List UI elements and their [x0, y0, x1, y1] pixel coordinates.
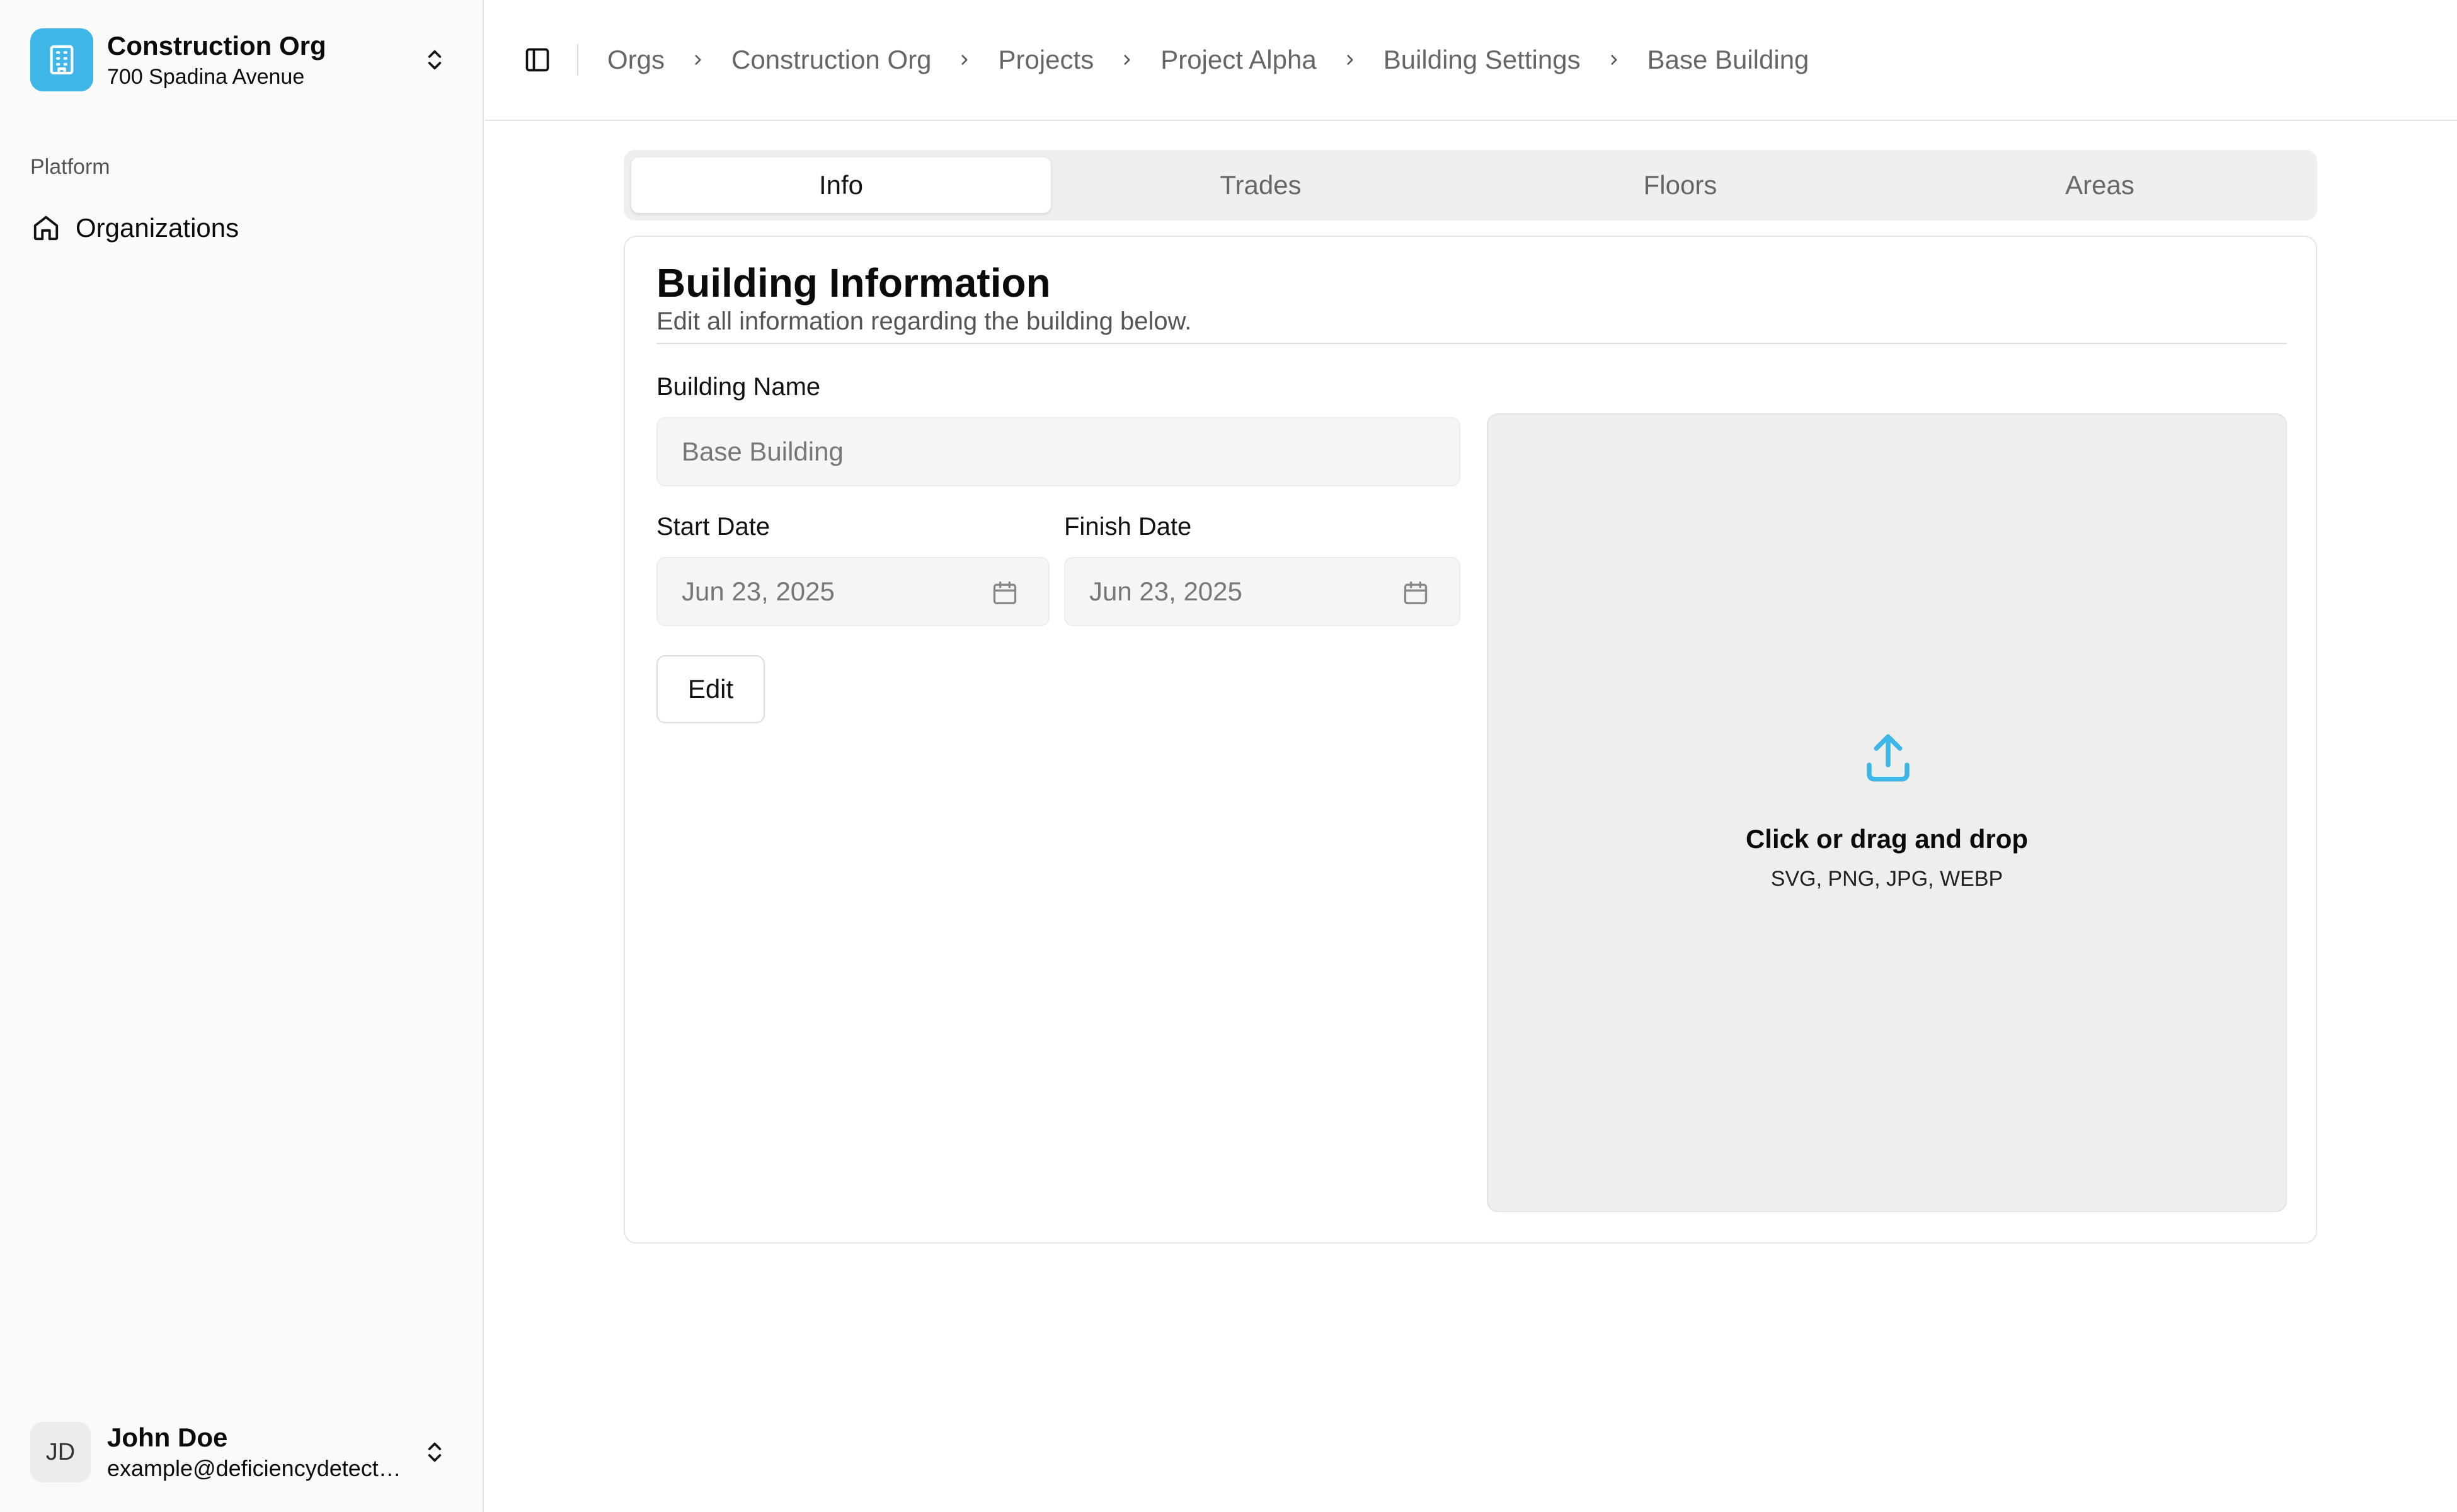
finish-date-picker[interactable]: Jun 23, 2025: [1064, 557, 1460, 626]
settings-tabs: Info Trades Floors Areas: [624, 150, 2317, 220]
calendar-icon: [989, 577, 1021, 609]
chevron-right-icon: [1118, 50, 1137, 69]
home-icon: [30, 212, 62, 244]
start-date-value: Jun 23, 2025: [682, 576, 835, 606]
breadcrumb-projects[interactable]: Projects: [998, 45, 1094, 75]
edit-button[interactable]: Edit: [656, 655, 765, 723]
sidebar: Construction Org 700 Spadina Avenue Plat…: [0, 0, 484, 1512]
card-divider: [656, 343, 2287, 344]
avatar: JD: [30, 1422, 91, 1482]
tab-trades[interactable]: Trades: [1051, 158, 1470, 213]
chevrons-up-down-icon: [416, 1433, 454, 1471]
tab-info[interactable]: Info: [631, 158, 1051, 213]
calendar-icon: [1400, 577, 1431, 609]
chevron-right-icon: [689, 50, 707, 69]
org-name: Construction Org: [107, 31, 326, 60]
chevron-right-icon: [1605, 50, 1624, 69]
user-switcher[interactable]: JD John Doe example@deficiencydetect....: [19, 1411, 460, 1493]
user-name: John Doe: [107, 1423, 228, 1452]
breadcrumb-orgs[interactable]: Orgs: [607, 45, 665, 75]
building-info-card: Building Information Edit all informatio…: [624, 236, 2317, 1244]
building-name-input[interactable]: Base Building: [656, 417, 1460, 486]
dropzone-title: Click or drag and drop: [1745, 824, 2029, 854]
breadcrumb-project-alpha[interactable]: Project Alpha: [1160, 45, 1317, 75]
image-upload-dropzone[interactable]: Click or drag and drop SVG, PNG, JPG, WE…: [1487, 413, 2287, 1212]
finish-date-value: Jun 23, 2025: [1089, 576, 1242, 606]
breadcrumb-building-settings[interactable]: Building Settings: [1383, 45, 1581, 75]
org-text: Construction Org 700 Spadina Avenue: [107, 29, 416, 91]
header-divider: [577, 44, 578, 76]
building-icon: [30, 28, 93, 91]
tab-floors[interactable]: Floors: [1470, 158, 1890, 213]
start-date-label: Start Date: [656, 513, 770, 541]
user-text: John Doe example@deficiencydetect....: [107, 1421, 416, 1483]
upload-icon: [1860, 730, 1916, 786]
org-switcher[interactable]: Construction Org 700 Spadina Avenue: [19, 19, 460, 101]
breadcrumb: Orgs Construction Org Projects Project A…: [607, 45, 1809, 75]
nav-section-label: Platform: [30, 155, 110, 179]
building-name-label: Building Name: [656, 373, 821, 401]
header: Orgs Construction Org Projects Project A…: [485, 0, 2457, 121]
building-name-value: Base Building: [682, 437, 844, 466]
app-root: Construction Org 700 Spadina Avenue Plat…: [0, 0, 2457, 1512]
panel-left-icon: [525, 48, 549, 72]
tab-areas[interactable]: Areas: [1890, 158, 2310, 213]
org-address: 700 Spadina Avenue: [107, 65, 305, 89]
breadcrumb-base-building: Base Building: [1647, 45, 1809, 74]
user-email: example@deficiencydetect....: [107, 1455, 403, 1481]
finish-date-label: Finish Date: [1064, 513, 1192, 541]
chevrons-up-down-icon: [416, 41, 454, 79]
dropzone-formats: SVG, PNG, JPG, WEBP: [1770, 867, 2003, 891]
chevron-right-icon: [955, 50, 974, 69]
sidebar-item-organizations[interactable]: Organizations: [19, 202, 460, 255]
sidebar-toggle-button[interactable]: [517, 39, 558, 81]
breadcrumb-construction-org[interactable]: Construction Org: [731, 45, 931, 75]
card-description: Edit all information regarding the build…: [656, 307, 1192, 335]
sidebar-item-label: Organizations: [76, 213, 239, 243]
card-title: Building Information: [656, 260, 1051, 306]
chevron-right-icon: [1341, 50, 1360, 69]
start-date-picker[interactable]: Jun 23, 2025: [656, 557, 1050, 626]
